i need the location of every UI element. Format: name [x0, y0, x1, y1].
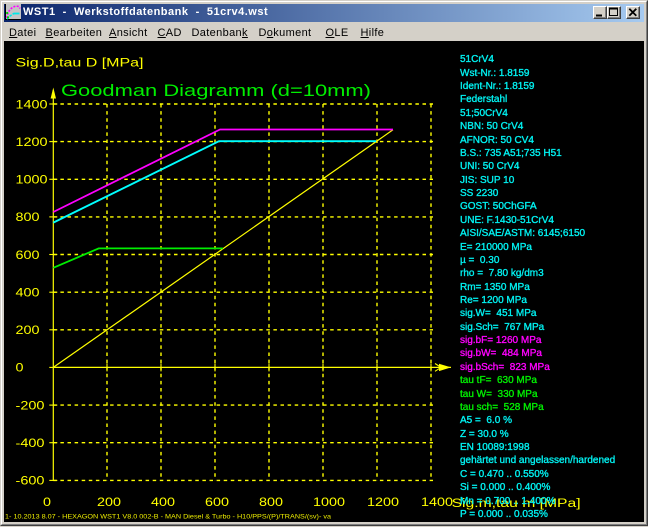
svg-text:0: 0	[16, 361, 24, 375]
svg-text:1000: 1000	[313, 495, 345, 509]
svg-text:-200: -200	[16, 398, 45, 412]
svg-text:1400: 1400	[16, 97, 48, 111]
svg-text:1000: 1000	[16, 173, 48, 187]
svg-text:600: 600	[205, 495, 229, 509]
svg-text:Sig.D,tau D [MPa]: Sig.D,tau D [MPa]	[16, 58, 144, 70]
svg-text:1200: 1200	[367, 495, 399, 509]
svg-text:400: 400	[151, 495, 175, 509]
svg-text:800: 800	[259, 495, 283, 509]
svg-text:-600: -600	[16, 474, 45, 488]
svg-text:800: 800	[16, 210, 40, 224]
svg-text:200: 200	[97, 495, 121, 509]
svg-text:1400: 1400	[421, 495, 453, 509]
svg-text:400: 400	[16, 286, 40, 300]
svg-text:200: 200	[16, 323, 40, 337]
svg-text:1- 10.2013 8.07 - HEXAGON WST1: 1- 10.2013 8.07 - HEXAGON WST1 V8.0 002-…	[5, 515, 332, 521]
svg-text:600: 600	[16, 248, 40, 262]
svg-text:0: 0	[43, 495, 51, 509]
svg-text:1200: 1200	[16, 135, 48, 149]
svg-text:-400: -400	[16, 436, 45, 450]
svg-text:Goodman Diagramm (d=10mm): Goodman Diagramm (d=10mm)	[61, 81, 371, 100]
